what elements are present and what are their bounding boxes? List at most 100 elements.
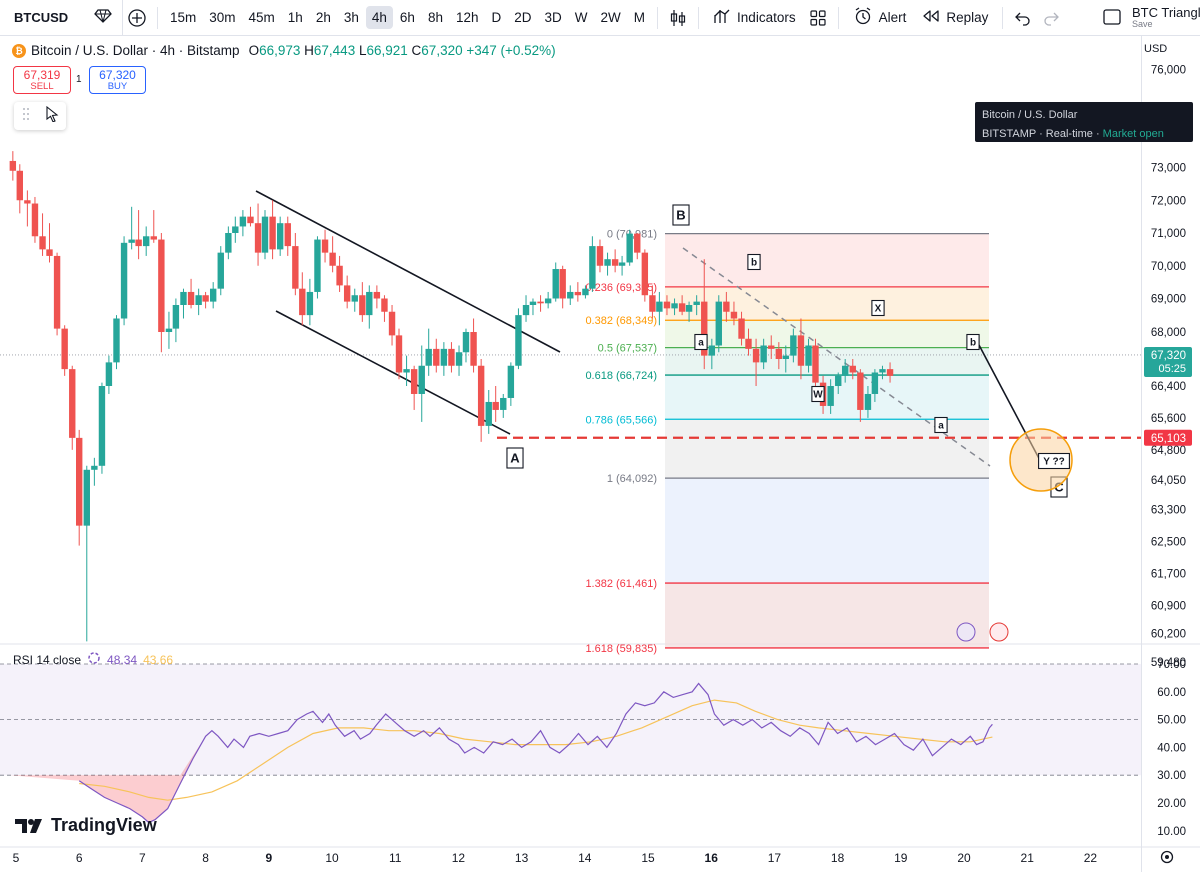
wave-label-b-minor-2[interactable]: b xyxy=(966,333,980,351)
layout-grid-icon[interactable] xyxy=(804,4,832,32)
candle-body xyxy=(782,355,789,359)
interval-8h[interactable]: 8h xyxy=(422,6,449,29)
currency-button[interactable]: USD xyxy=(1144,43,1184,61)
interval-m[interactable]: M xyxy=(628,6,651,29)
wave-label-y[interactable]: Y ?? xyxy=(1038,452,1070,470)
candle-body xyxy=(567,291,574,299)
wave-label-b-major[interactable]: B xyxy=(672,204,690,226)
replay-button[interactable]: Replay xyxy=(914,8,996,27)
interval-1h[interactable]: 1h xyxy=(282,6,309,29)
candles-chart-type-icon[interactable] xyxy=(664,4,692,32)
diamond-icon[interactable] xyxy=(94,9,112,26)
rsi-settings-icon[interactable] xyxy=(87,651,101,668)
interval-30m[interactable]: 30m xyxy=(203,6,241,29)
interval-12h[interactable]: 12h xyxy=(450,6,485,29)
interval-4h[interactable]: 4h xyxy=(365,6,393,29)
interval-list: 15m 30m 45m 1h 2h 3h 4h 6h 8h 12h D 2D 3D W 2W M xyxy=(164,6,651,29)
interval-45m[interactable]: 45m xyxy=(243,6,281,29)
interval-2h[interactable]: 2h xyxy=(310,6,337,29)
symbol-search[interactable]: BTCUSD xyxy=(0,0,123,36)
wave-label-a-minor-2[interactable]: a xyxy=(934,416,948,434)
add-compare-icon[interactable] xyxy=(123,4,151,32)
indicators-icon xyxy=(713,7,731,28)
candle-body xyxy=(634,233,641,253)
chart-canvas[interactable]: 0 (70,981)0.236 (69,355)0.382 (68,349)0.… xyxy=(0,36,1200,872)
axis-settings-icon[interactable] xyxy=(1160,850,1174,864)
redo-icon[interactable] xyxy=(1037,4,1065,32)
candle xyxy=(76,429,83,546)
legend-title[interactable]: Bitcoin / U.S. Dollar · 4h · Bitstamp xyxy=(31,43,240,58)
drag-handle-icon[interactable] xyxy=(22,107,30,126)
candle xyxy=(91,457,98,486)
candle-body xyxy=(403,369,410,373)
symbol-text[interactable]: BTCUSD xyxy=(14,10,94,25)
last-price-text: 67,320 xyxy=(1151,350,1186,362)
fib-zone xyxy=(665,233,989,287)
candle-body xyxy=(582,288,589,296)
interval-2d[interactable]: 2D xyxy=(508,6,537,29)
interval-6h[interactable]: 6h xyxy=(394,6,421,29)
candle xyxy=(31,196,39,243)
candle xyxy=(359,282,366,322)
candle-body xyxy=(76,437,83,526)
candle-body xyxy=(730,311,738,319)
candle-body xyxy=(225,233,232,253)
interval-d[interactable]: D xyxy=(486,6,508,29)
ideas-icon[interactable] xyxy=(956,622,976,642)
time-tick-label: 17 xyxy=(768,851,782,865)
candle-body xyxy=(31,203,39,237)
undo-icon[interactable] xyxy=(1009,4,1037,32)
candle-body xyxy=(775,348,783,359)
candle-body xyxy=(202,295,209,302)
fib-level-label: 0.618 (66,724) xyxy=(585,370,657,382)
candle-body xyxy=(812,345,819,383)
candle xyxy=(254,203,262,266)
time-tick-label: 20 xyxy=(957,851,971,865)
candle xyxy=(113,315,120,370)
interval-3h[interactable]: 3h xyxy=(338,6,365,29)
save-label[interactable]: Save xyxy=(1132,19,1200,30)
countdown-text: 05:25 xyxy=(1158,363,1186,375)
wave-label-b-minor[interactable]: b xyxy=(747,253,761,271)
rsi-tick-label: 20.00 xyxy=(1157,798,1186,810)
candle xyxy=(239,210,247,237)
wave-label-a-major[interactable]: A xyxy=(506,447,524,469)
candle xyxy=(373,285,381,309)
wave-label-x[interactable]: X xyxy=(871,299,885,317)
interval-w[interactable]: W xyxy=(569,6,594,29)
drawing-toolbar[interactable] xyxy=(14,102,66,130)
alert-button[interactable]: Alert xyxy=(845,6,915,29)
interval-3d[interactable]: 3D xyxy=(539,6,568,29)
wave-label-y-text: Y ?? xyxy=(1043,457,1064,468)
candle xyxy=(225,226,232,260)
time-tick-label: 10 xyxy=(325,851,339,865)
time-tick-label: 21 xyxy=(1021,851,1035,865)
candle-body xyxy=(321,239,329,253)
price-tick-label: 60,200 xyxy=(1151,628,1186,640)
candle-body xyxy=(39,236,46,250)
tradingview-logo[interactable]: TradingView xyxy=(15,815,157,836)
flag-us-icon[interactable] xyxy=(989,622,1009,642)
interval-15m[interactable]: 15m xyxy=(164,6,202,29)
candle-body xyxy=(359,295,366,316)
layout-title-button[interactable]: BTC Triangle Save xyxy=(1100,0,1200,36)
candle-body xyxy=(596,246,604,266)
price-tick-label: 70,000 xyxy=(1151,261,1186,273)
rsi-title[interactable]: RSI 14 close xyxy=(13,653,81,667)
candle xyxy=(366,285,373,329)
wave-label-a-minor[interactable]: a xyxy=(694,333,708,351)
indicators-button[interactable]: Indicators xyxy=(705,7,804,28)
candle xyxy=(46,223,53,263)
interval-2w[interactable]: 2W xyxy=(595,6,627,29)
cursor-arrow-icon[interactable] xyxy=(45,105,59,127)
candle-body xyxy=(187,291,195,305)
wave-label-w[interactable]: W xyxy=(811,385,825,403)
rsi-tick-label: 30.00 xyxy=(1157,770,1186,782)
candle-body xyxy=(440,348,448,366)
sell-button[interactable]: 67,319 SELL xyxy=(13,66,71,94)
buy-button[interactable]: 67,320 BUY xyxy=(89,66,146,94)
candle-body xyxy=(678,303,686,312)
wave-label-b-major-text: B xyxy=(676,208,685,223)
time-tick-label: 15 xyxy=(641,851,655,865)
channel-upper-line[interactable] xyxy=(255,190,561,353)
